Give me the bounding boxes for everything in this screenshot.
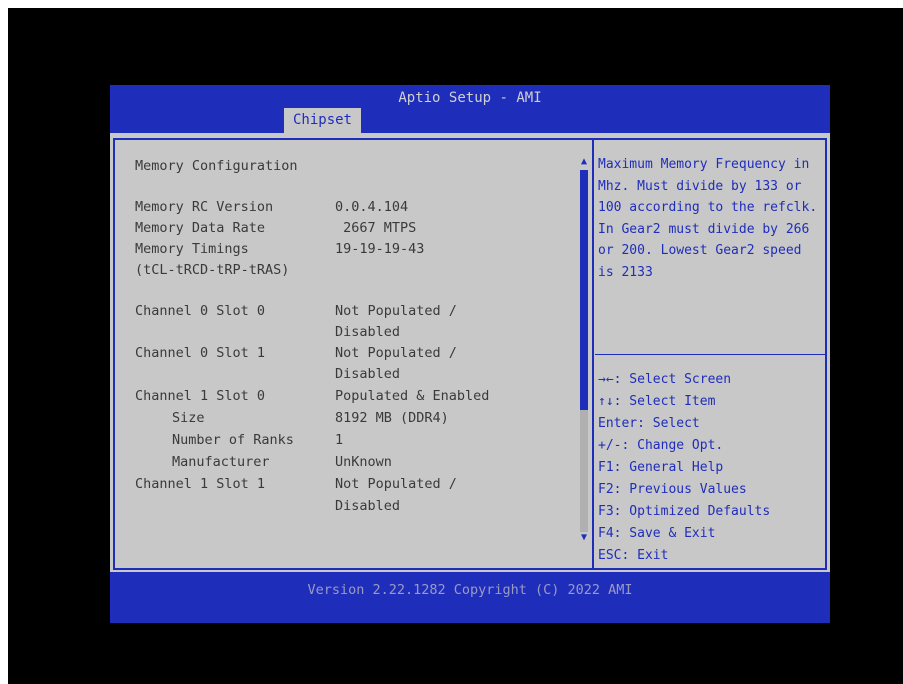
value-channel-1-slot-0: Populated & Enabled	[335, 388, 490, 404]
help-separator	[595, 354, 825, 355]
label-timings-format: (tCL-tRCD-tRP-tRAS)	[135, 262, 290, 278]
version-text: Version 2.22.1282 Copyright (C) 2022 AMI	[307, 582, 633, 598]
label-size: Size	[172, 410, 205, 426]
key-hint-select-screen: →←: Select Screen	[598, 372, 732, 387]
key-hint-change-opt: +/-: Change Opt.	[598, 438, 724, 453]
label-channel-0-slot-1: Channel 0 Slot 1	[135, 345, 266, 361]
label-channel-1-slot-1: Channel 1 Slot 1	[135, 476, 266, 492]
value-channel-0-slot-1-cont: Disabled	[335, 366, 401, 382]
value-memory-data-rate: 2667 MTPS	[335, 220, 417, 236]
scroll-up-icon[interactable]: ▲	[576, 156, 592, 167]
key-hint-enter: Enter: Select	[598, 416, 700, 431]
value-size: 8192 MB (DDR4)	[335, 410, 449, 426]
value-memory-timings: 19-19-19-43	[335, 241, 425, 257]
label-number-of-ranks: Number of Ranks	[172, 432, 294, 448]
panel-divider	[592, 140, 594, 568]
footer-bar: Version 2.22.1282 Copyright (C) 2022 AMI	[110, 572, 830, 623]
help-text: Maximum Memory Frequency in Mhz. Must di…	[598, 157, 825, 280]
header-bar: Aptio Setup - AMI Chipset	[110, 85, 830, 133]
key-hint-optimized-defaults: F3: Optimized Defaults	[598, 504, 771, 519]
monitor-screen: Aptio Setup - AMI Chipset Memory Configu…	[8, 8, 903, 684]
value-channel-0-slot-0: Not Populated /	[335, 303, 457, 319]
key-hint-general-help: F1: General Help	[598, 460, 724, 475]
scrollbar[interactable]	[580, 170, 588, 532]
value-memory-rc-version: 0.0.4.104	[335, 199, 409, 215]
label-channel-0-slot-0: Channel 0 Slot 0	[135, 303, 266, 319]
label-channel-1-slot-0: Channel 1 Slot 0	[135, 388, 266, 404]
value-channel-1-slot-1-cont: Disabled	[335, 498, 401, 514]
value-number-of-ranks: 1	[335, 432, 344, 448]
label-memory-rc-version: Memory RC Version	[135, 199, 274, 215]
value-channel-1-slot-1: Not Populated /	[335, 476, 457, 492]
section-heading: Memory Configuration	[135, 158, 298, 174]
label-manufacturer: Manufacturer	[172, 454, 270, 470]
main-panel: Memory Configuration Memory RC Version 0…	[113, 138, 827, 570]
key-hint-esc-exit: ESC: Exit	[598, 548, 669, 563]
scroll-down-icon[interactable]: ▼	[576, 532, 592, 543]
bios-setup-window: Aptio Setup - AMI Chipset Memory Configu…	[110, 85, 830, 623]
value-channel-0-slot-1: Not Populated /	[335, 345, 457, 361]
tab-chipset[interactable]: Chipset	[284, 108, 361, 133]
scrollbar-thumb[interactable]	[580, 170, 588, 410]
key-hint-previous-values: F2: Previous Values	[598, 482, 747, 497]
value-manufacturer: UnKnown	[335, 454, 392, 470]
label-memory-data-rate: Memory Data Rate	[135, 220, 266, 236]
app-title: Aptio Setup - AMI	[398, 90, 542, 106]
key-hint-select-item: ↑↓: Select Item	[598, 394, 716, 409]
label-memory-timings: Memory Timings	[135, 241, 249, 257]
key-hint-save-exit: F4: Save & Exit	[598, 526, 716, 541]
value-channel-0-slot-0-cont: Disabled	[335, 324, 401, 340]
